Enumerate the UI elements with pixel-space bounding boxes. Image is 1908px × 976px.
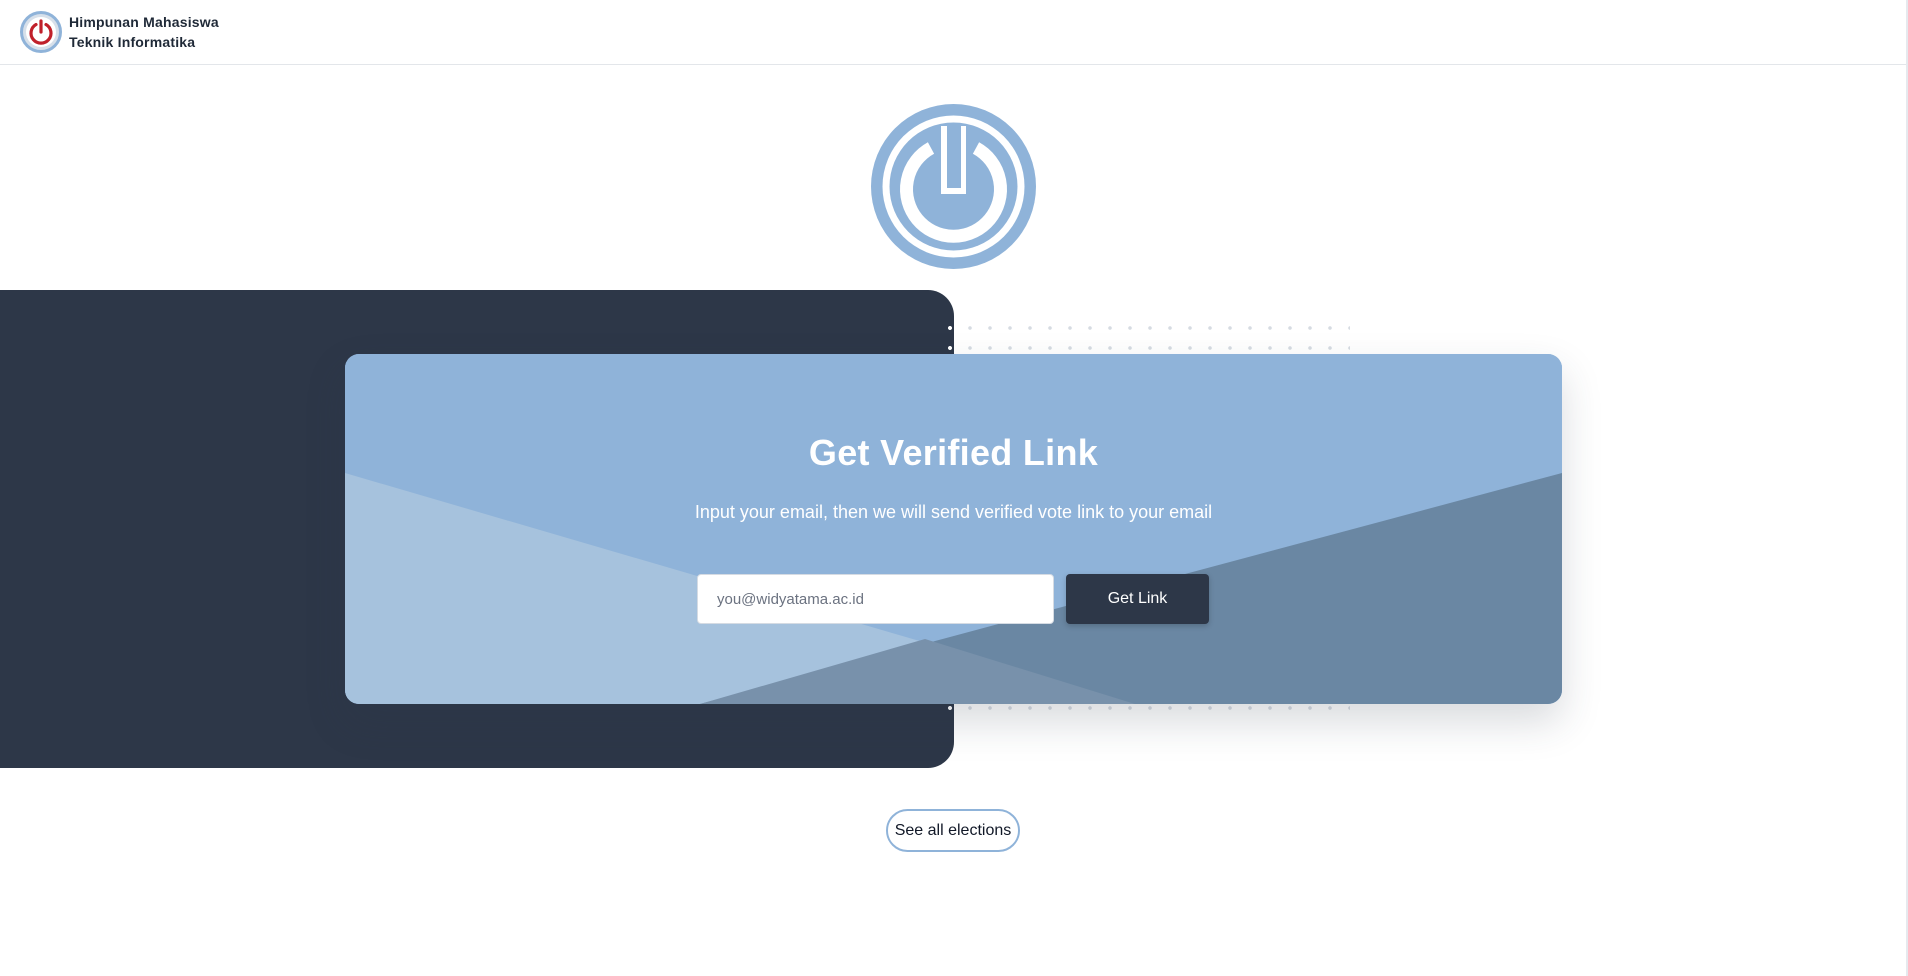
brand-name-line1: Himpunan Mahasiswa xyxy=(69,14,219,30)
top-navbar: Himpunan Mahasiswa Teknik Informatika xyxy=(0,0,1908,65)
see-all-elections-button[interactable]: See all elections xyxy=(886,809,1020,852)
card-background-shapes xyxy=(345,354,1562,704)
page-subtitle: Input your email, then we will send veri… xyxy=(694,502,1213,522)
get-link-button[interactable]: Get Link xyxy=(1066,574,1209,624)
brand-name: Himpunan Mahasiswa Teknik Informatika xyxy=(69,12,219,52)
power-icon xyxy=(20,11,62,53)
verify-link-card: Get Verified Link Input your email, then… xyxy=(345,354,1562,704)
email-input[interactable] xyxy=(697,574,1054,624)
brand-link[interactable]: Himpunan Mahasiswa Teknik Informatika xyxy=(20,11,219,53)
power-icon xyxy=(871,104,1036,269)
page-title: Get Verified Link xyxy=(808,432,1099,473)
brand-name-line2: Teknik Informatika xyxy=(69,34,196,50)
